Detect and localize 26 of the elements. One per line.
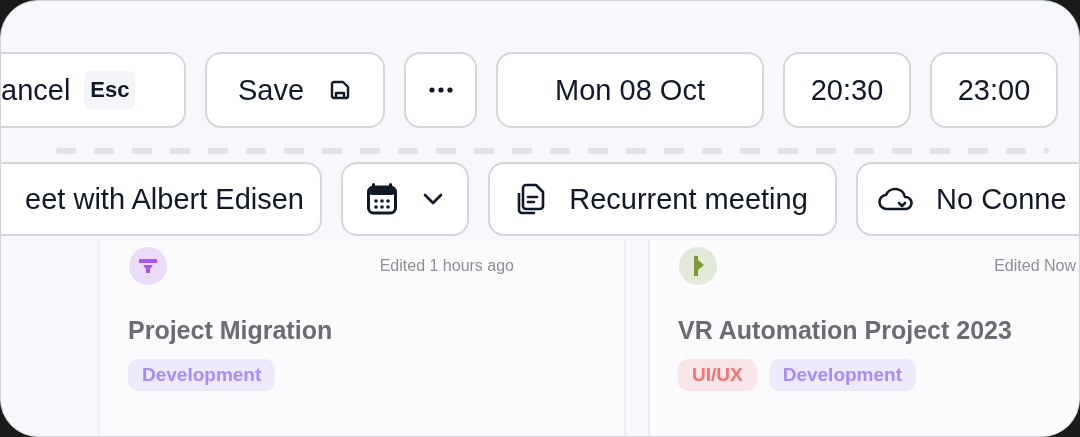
event-title-field[interactable]: eet with Albert Edisen	[1, 162, 322, 236]
end-time-field[interactable]: 23:00	[930, 52, 1058, 128]
edited-time: Edited 1 hours ago	[379, 257, 514, 275]
edited-time: Edited Now	[994, 257, 1076, 275]
shortcut-key: Esc	[84, 71, 136, 109]
project-card[interactable]: Edited Now VR Automation Project 2023 UI/UX Development	[648, 240, 1079, 436]
project-title: Project Migration	[128, 316, 334, 345]
category-tag: Development	[768, 359, 916, 391]
project-title: VR Automation Project 2023	[678, 316, 1013, 345]
more-icon	[428, 87, 453, 93]
date-field[interactable]: Mon 08 Oct	[496, 52, 764, 128]
recurrence-button[interactable]: Recurrent meeting	[488, 162, 837, 236]
project-card[interactable]: Edited 1 hours ago Project Migration Development	[98, 240, 626, 436]
start-time-field[interactable]: 20:30	[783, 52, 911, 128]
calendar-dropdown[interactable]	[341, 162, 469, 236]
cloud-icon	[878, 186, 914, 212]
document-copy-icon	[517, 183, 546, 215]
sync-status-button[interactable]: No Conne	[856, 162, 1079, 236]
calendar-icon	[367, 183, 397, 215]
save-button[interactable]: Save	[205, 52, 385, 128]
flag-icon	[678, 246, 718, 286]
funnel-icon	[128, 246, 168, 286]
category-tag: Development	[128, 359, 276, 391]
chevron-down-icon	[423, 193, 443, 205]
cancel-button[interactable]: ancel Esc	[1, 52, 186, 128]
category-tag: UI/UX	[678, 359, 757, 391]
